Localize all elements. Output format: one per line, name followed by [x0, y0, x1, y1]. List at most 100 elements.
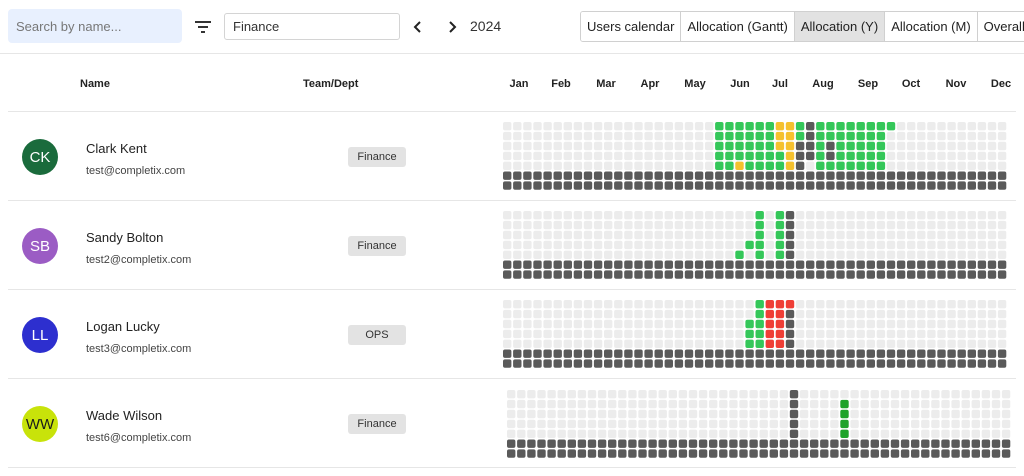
allocation-cell — [654, 349, 663, 358]
allocation-cell — [543, 171, 552, 180]
table-row[interactable]: LL Logan Lucky test3@completix.com OPS — [8, 290, 1016, 379]
allocation-cell — [880, 449, 890, 458]
allocation-cell — [523, 270, 532, 279]
allocation-cell — [896, 161, 906, 170]
allocation-cell — [705, 211, 714, 220]
tab-allocation-gantt[interactable]: Allocation (Gantt) — [681, 12, 795, 41]
allocation-cell — [927, 240, 936, 250]
allocation-cell — [745, 122, 754, 131]
allocation-cell — [977, 329, 987, 339]
table-row[interactable]: SB Sandy Bolton test2@completix.com Fina… — [8, 201, 1016, 290]
allocation-cell — [957, 220, 966, 230]
allocation-cell — [850, 429, 859, 438]
allocation-cell — [628, 409, 637, 419]
allocation-cell — [678, 429, 688, 438]
allocation-cell — [503, 181, 512, 190]
allocation-cell — [927, 309, 936, 319]
allocation-cell — [876, 141, 886, 151]
allocation-cell — [563, 171, 572, 180]
allocation-cell — [735, 131, 744, 141]
allocation-cell — [503, 141, 512, 151]
next-year-button[interactable] — [441, 16, 463, 38]
allocation-cell — [664, 171, 673, 180]
department-filter-field[interactable] — [224, 13, 400, 40]
allocation-cell — [795, 339, 805, 348]
month-label: Aug — [812, 78, 834, 90]
allocation-cell — [709, 390, 718, 399]
allocation-cell — [775, 161, 785, 170]
allocation-cell — [860, 429, 869, 438]
allocation-cell — [503, 151, 512, 161]
allocation-cell — [563, 131, 572, 141]
allocation-cell — [947, 300, 956, 309]
allocation-cell — [563, 151, 572, 161]
allocation-cell — [987, 329, 997, 339]
allocation-cell — [806, 161, 815, 170]
allocation-cell — [799, 399, 809, 409]
allocation-cell — [608, 390, 617, 399]
allocation-cell — [725, 270, 734, 279]
allocation-cell — [644, 211, 653, 220]
allocation-cell — [836, 211, 845, 220]
allocation-cell — [896, 220, 906, 230]
month-label: Feb — [551, 78, 571, 90]
allocation-cell — [866, 359, 875, 368]
allocation-cell — [705, 260, 714, 269]
allocation-cell — [614, 260, 623, 269]
allocation-cell — [866, 122, 875, 131]
allocation-cell — [604, 151, 613, 161]
table-row[interactable]: WW Wade Wilson test6@completix.com Finan… — [8, 379, 1016, 468]
table-row[interactable]: CK Clark Kent test@completix.com Finance — [8, 112, 1016, 201]
allocation-cell — [1001, 449, 1011, 458]
allocation-cell — [997, 359, 1007, 368]
allocation-cell — [789, 429, 799, 438]
allocation-cell — [735, 319, 744, 329]
allocation-cell — [563, 240, 572, 250]
allocation-cell — [745, 300, 754, 309]
allocation-cell — [795, 141, 805, 151]
allocation-cell — [527, 419, 536, 429]
allocation-cell — [981, 390, 991, 399]
allocation-cell — [931, 429, 940, 438]
allocation-cell — [931, 409, 940, 419]
allocation-cell — [961, 449, 970, 458]
allocation-cell — [931, 439, 940, 448]
allocation-cell — [745, 161, 754, 170]
allocation-cell — [890, 429, 900, 438]
allocation-cell — [785, 151, 795, 161]
allocation-cell — [533, 319, 542, 329]
allocation-cell — [553, 230, 562, 240]
allocation-cell — [826, 131, 835, 141]
prev-year-button[interactable] — [407, 16, 429, 38]
allocation-cell — [745, 141, 754, 151]
tab-allocation-y[interactable]: Allocation (Y) — [794, 12, 886, 41]
allocation-cell — [886, 181, 896, 190]
allocation-cell — [634, 181, 643, 190]
allocation-cell — [880, 390, 890, 399]
allocation-cell — [921, 399, 930, 409]
allocation-cell — [795, 122, 805, 131]
allocation-cell — [806, 250, 815, 259]
allocation-cell — [947, 329, 956, 339]
tab-allocation-m[interactable]: Allocation (M) — [885, 12, 978, 41]
allocation-cell — [715, 122, 724, 131]
allocation-cell — [614, 240, 623, 250]
allocation-grid — [503, 211, 1007, 279]
search-input[interactable] — [8, 9, 182, 43]
allocation-cell — [896, 171, 906, 180]
allocation-cell — [628, 439, 637, 448]
allocation-cell — [927, 151, 936, 161]
tab-overall[interactable]: Overall — [977, 12, 1024, 41]
filter-icon[interactable] — [191, 16, 215, 38]
month-label: May — [684, 78, 706, 90]
tab-users-calendar[interactable]: Users calendar — [581, 12, 682, 41]
allocation-cell — [698, 399, 708, 409]
allocation-cell — [991, 399, 1001, 409]
allocation-cell — [614, 309, 623, 319]
allocation-cell — [866, 339, 875, 348]
allocation-cell — [967, 359, 976, 368]
allocation-cell — [820, 439, 829, 448]
allocation-cell — [557, 390, 566, 399]
allocation-cell — [755, 181, 764, 190]
allocation-cell — [674, 240, 684, 250]
